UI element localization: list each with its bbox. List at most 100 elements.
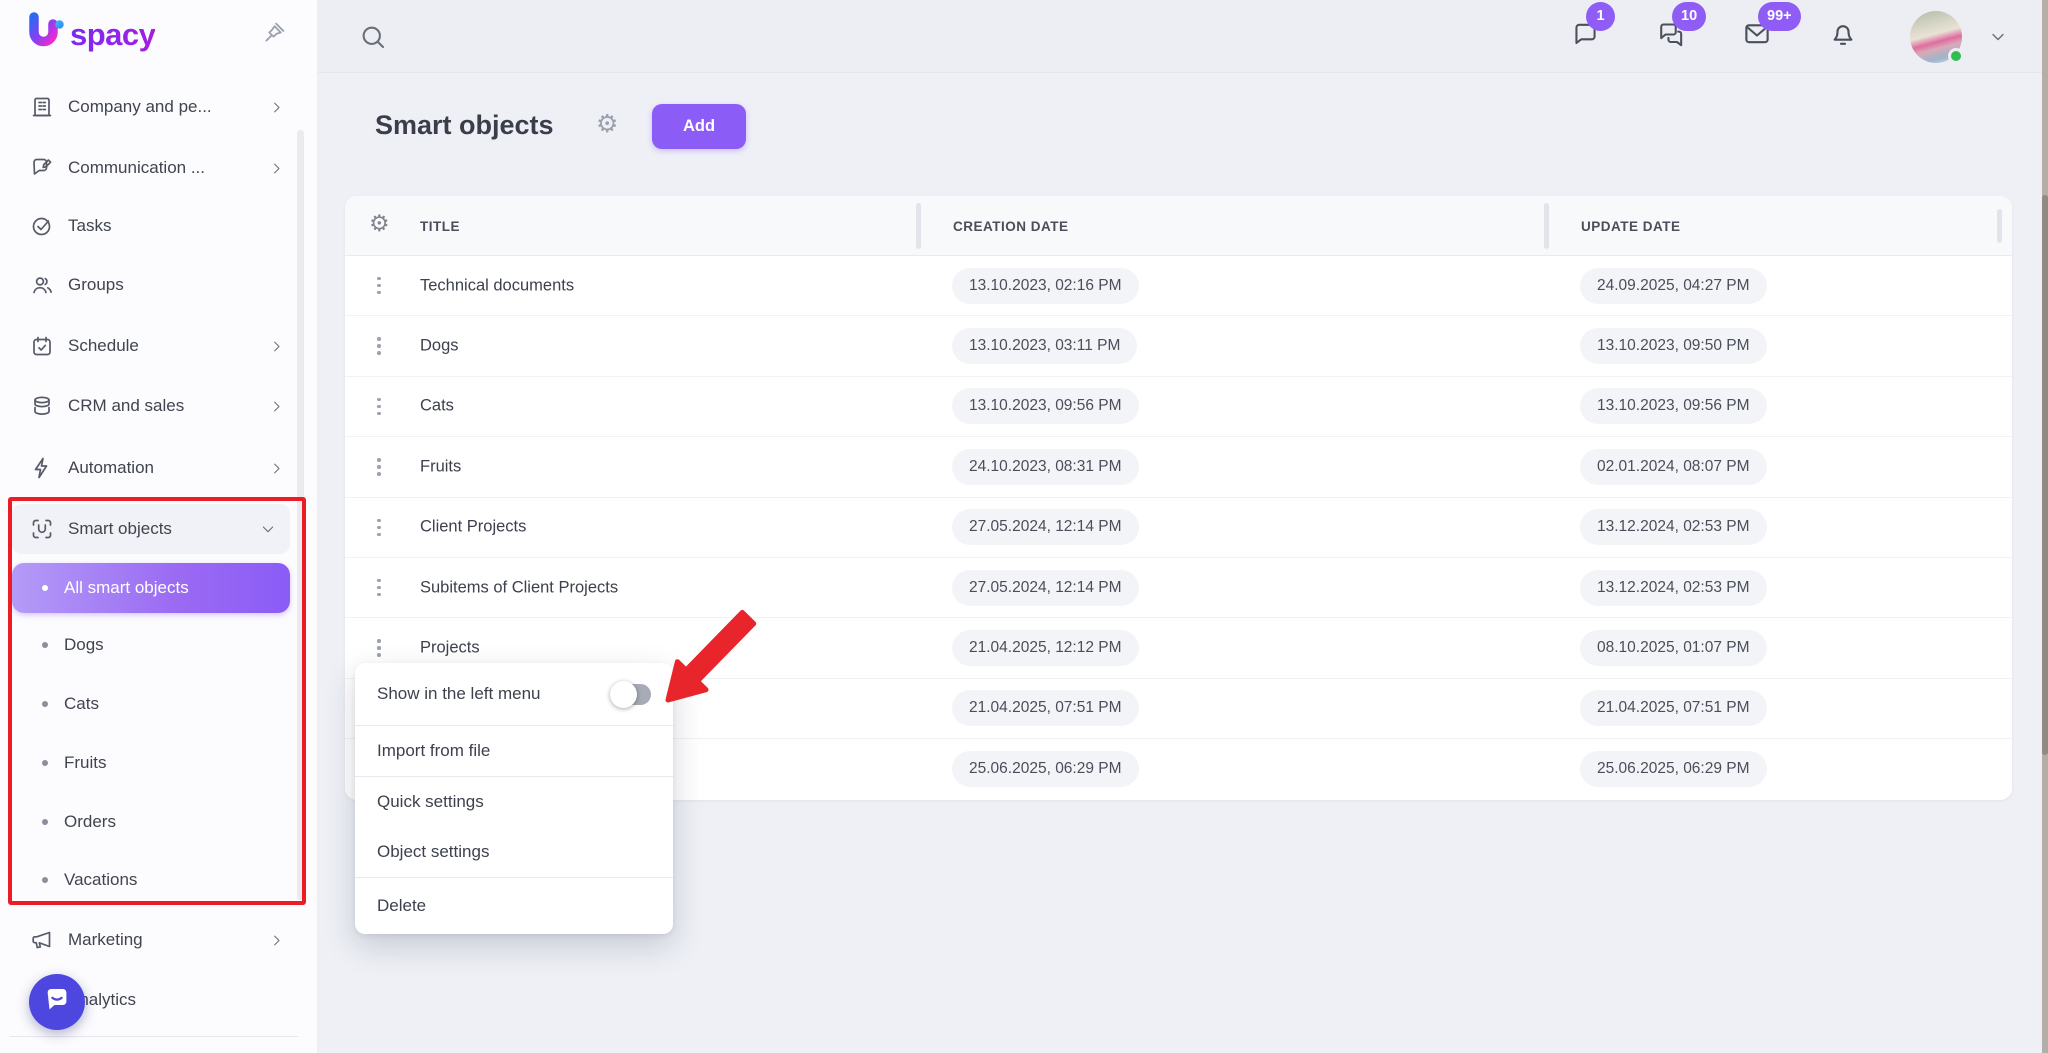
row-title[interactable]: Projects: [420, 639, 480, 658]
row-title[interactable]: Subitems of Client Projects: [420, 578, 618, 597]
megaphone-icon: [30, 928, 54, 952]
column-header-creation-date[interactable]: CREATION DATE: [953, 196, 1069, 256]
row-context-menu: Show in the left menu Import from file Q…: [355, 663, 673, 934]
row-update-date: 13.12.2024, 02:53 PM: [1580, 509, 1767, 545]
row-update-date: 13.12.2024, 02:53 PM: [1580, 570, 1767, 606]
bullet-icon: [42, 760, 48, 766]
sidebar-subitem-label: Vacations: [64, 870, 137, 890]
chevron-right-icon: [269, 933, 284, 948]
sidebar-item-crm[interactable]: CRM and sales: [10, 382, 298, 430]
sidebar-item-schedule[interactable]: Schedule: [10, 322, 298, 370]
task-check-icon: [30, 214, 54, 238]
row-kebab-menu-icon[interactable]: [369, 635, 389, 661]
chat-smile-icon: [42, 985, 72, 1020]
table-settings-gear-icon[interactable]: ⚙: [369, 212, 390, 235]
menu-item-import-from-file[interactable]: Import from file: [355, 726, 673, 776]
table-row[interactable]: Cats 13.10.2023, 09:56 PM 13.10.2023, 09…: [345, 377, 2012, 437]
page-settings-gear-icon[interactable]: ⚙: [596, 112, 618, 137]
mail-button[interactable]: 99+: [1736, 16, 1778, 58]
sidebar-item-company[interactable]: Company and pe...: [10, 83, 298, 131]
column-divider[interactable]: [1544, 203, 1549, 249]
row-title[interactable]: Client Projects: [420, 518, 526, 537]
add-button[interactable]: Add: [652, 104, 746, 149]
notifications-button[interactable]: [1822, 16, 1864, 58]
sidebar-subitem-vacations[interactable]: Vacations: [12, 855, 290, 905]
column-header-title[interactable]: TITLE: [420, 196, 460, 256]
sidebar-scrollbar[interactable]: [297, 130, 304, 900]
column-divider[interactable]: [916, 203, 921, 249]
row-creation-date: 25.06.2025, 06:29 PM: [952, 751, 1139, 787]
online-status-dot: [1948, 48, 1964, 64]
column-divider[interactable]: [1997, 209, 2002, 243]
user-avatar[interactable]: [1910, 11, 1962, 63]
window-scrollbar-thumb[interactable]: [2042, 195, 2048, 755]
app-window: spacy Company and pe... Communication ..…: [0, 0, 2048, 1053]
sidebar-item-label: Marketing: [68, 930, 143, 950]
table-row[interactable]: Dogs 13.10.2023, 03:11 PM 13.10.2023, 09…: [345, 316, 2012, 376]
sidebar-item-smart-objects[interactable]: Smart objects: [12, 504, 290, 554]
row-update-date: 21.04.2025, 07:51 PM: [1580, 690, 1767, 726]
row-kebab-menu-icon[interactable]: [369, 273, 389, 299]
database-icon: [30, 394, 54, 418]
menu-item-quick-settings[interactable]: Quick settings: [355, 777, 673, 827]
row-update-date: 13.10.2023, 09:56 PM: [1580, 388, 1767, 424]
sidebar-subitem-label: Cats: [64, 694, 99, 714]
sidebar-item-label: Schedule: [68, 336, 139, 356]
row-kebab-menu-icon[interactable]: [369, 454, 389, 480]
table-row[interactable]: Fruits 24.10.2023, 08:31 PM 02.01.2024, …: [345, 437, 2012, 497]
row-kebab-menu-icon[interactable]: [369, 393, 389, 419]
row-update-date: 25.06.2025, 06:29 PM: [1580, 751, 1767, 787]
table-row[interactable]: Technical documents 13.10.2023, 02:16 PM…: [345, 256, 2012, 316]
table-row[interactable]: Client Projects 27.05.2024, 12:14 PM 13.…: [345, 498, 2012, 558]
sidebar-subitem-cats[interactable]: Cats: [12, 679, 290, 729]
show-in-left-menu-toggle[interactable]: [614, 684, 651, 705]
uspacy-logo-mark-icon: [26, 12, 66, 57]
sidebar-item-automation[interactable]: Automation: [10, 444, 298, 492]
sidebar-subitem-fruits[interactable]: Fruits: [12, 738, 290, 788]
chevron-right-icon: [269, 461, 284, 476]
sidebar-subitem-label: Fruits: [64, 753, 107, 773]
menu-item-delete[interactable]: Delete: [355, 878, 673, 934]
row-kebab-menu-icon[interactable]: [369, 333, 389, 359]
sidebar-subitem-orders[interactable]: Orders: [12, 797, 290, 847]
sidebar-item-marketing[interactable]: Marketing: [10, 916, 298, 964]
profile-chevron-down-icon[interactable]: [1988, 27, 2008, 47]
sidebar-item-label: Tasks: [68, 216, 111, 236]
chat-button[interactable]: 1: [1564, 16, 1606, 58]
row-kebab-menu-icon[interactable]: [369, 575, 389, 601]
uspacy-logo[interactable]: spacy: [26, 12, 155, 57]
row-title[interactable]: Dogs: [420, 337, 459, 356]
sidebar-item-label: Communication ...: [68, 158, 205, 178]
sidebar-item-label: CRM and sales: [68, 396, 184, 416]
row-title[interactable]: Technical documents: [420, 276, 574, 295]
row-title[interactable]: Fruits: [420, 457, 461, 476]
table-row[interactable]: Subitems of Client Projects 27.05.2024, …: [345, 558, 2012, 618]
menu-item-label: Delete: [377, 896, 426, 916]
sidebar-item-label: Smart objects: [68, 519, 172, 539]
table-header: ⚙ TITLE CREATION DATE UPDATE DATE: [345, 196, 2012, 256]
sidebar-item-label: Company and pe...: [68, 97, 212, 117]
sidebar-item-tasks[interactable]: Tasks: [10, 202, 298, 250]
building-icon: [30, 95, 54, 119]
search-icon[interactable]: [358, 22, 388, 52]
menu-item-object-settings[interactable]: Object settings: [355, 827, 673, 877]
topbar-actions: 1 10 99+: [1520, 0, 2008, 73]
sidebar-item-groups[interactable]: Groups: [10, 261, 298, 309]
chat-pen-icon: [30, 156, 54, 180]
lightning-icon: [30, 456, 54, 480]
intercom-chat-launcher[interactable]: [29, 974, 85, 1030]
sidebar-subitem-dogs[interactable]: Dogs: [12, 620, 290, 670]
sidebar-item-communication[interactable]: Communication ...: [10, 144, 298, 192]
row-title[interactable]: Cats: [420, 397, 454, 416]
row-creation-date: 13.10.2023, 03:11 PM: [952, 328, 1137, 364]
window-scrollbar[interactable]: [2042, 0, 2048, 1053]
column-header-update-date[interactable]: UPDATE DATE: [1581, 196, 1681, 256]
bullet-icon: [42, 877, 48, 883]
row-kebab-menu-icon[interactable]: [369, 514, 389, 540]
team-chat-button[interactable]: 10: [1650, 16, 1692, 58]
sidebar-subitem-all-smart-objects[interactable]: All smart objects: [12, 563, 290, 613]
menu-item-show-in-left-menu[interactable]: Show in the left menu: [355, 663, 673, 725]
menu-item-label: Quick settings: [377, 792, 484, 812]
toggle-knob: [610, 681, 637, 708]
pin-sidebar-icon[interactable]: [258, 16, 290, 48]
